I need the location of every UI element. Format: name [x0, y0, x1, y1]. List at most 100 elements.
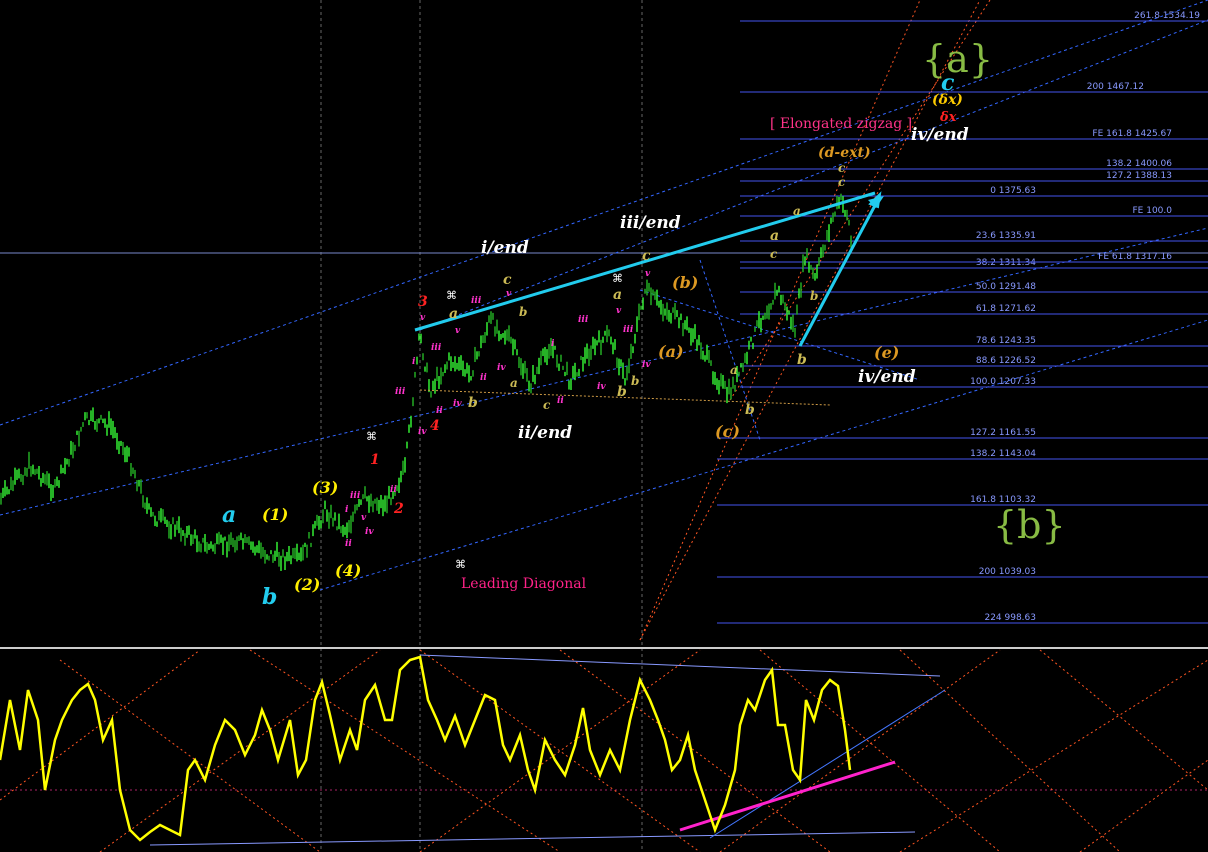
- label-w2: (2): [294, 575, 320, 594]
- fib-level-label: 127.2 1161.55: [970, 428, 1036, 438]
- sub-wave-label: iii: [471, 296, 482, 306]
- sub-wave-label: b: [617, 384, 627, 400]
- label-red-4: 4: [430, 418, 440, 434]
- sub-wave-label: b: [810, 289, 818, 303]
- sub-wave-label: b: [468, 395, 478, 411]
- label-iii-end: iii/end: [620, 213, 681, 233]
- fib-level-label: 61.8 1271.62: [976, 304, 1036, 314]
- symbol-1: ⌘: [446, 289, 457, 302]
- sub-wave-label: ii: [480, 373, 487, 383]
- fib-level-label: 224 998.63: [984, 613, 1036, 623]
- sub-wave-label: c: [503, 272, 512, 288]
- fib-level-label: 0 1375.63: [990, 186, 1036, 196]
- sub-wave-label: a: [793, 204, 801, 218]
- label-red-1: 1: [370, 452, 380, 468]
- sub-wave-label: a: [449, 306, 458, 322]
- label-pe: (e): [874, 343, 899, 362]
- sub-wave-label: iv: [597, 382, 606, 392]
- label-iv-end-top: iv/end: [911, 125, 969, 145]
- sub-wave-label: iv: [365, 527, 374, 537]
- sub-wave-label: c: [838, 175, 846, 189]
- sub-wave-label: iv: [453, 399, 462, 409]
- sub-wave-label: c: [770, 247, 778, 261]
- sub-wave-label: b: [631, 374, 639, 388]
- fib-level-label: 78.6 1243.35: [976, 336, 1036, 346]
- sub-wave-label: iii: [623, 325, 634, 335]
- fib-level-label: FE 61.8 1317.16: [1098, 252, 1172, 262]
- sub-wave-label: v: [361, 513, 367, 523]
- label-d-ext: (d-ext): [818, 145, 871, 161]
- sub-wave-label: ii: [557, 396, 564, 406]
- sub-wave-label: iv: [418, 427, 427, 437]
- symbol-2: ⌘: [612, 272, 623, 285]
- sub-wave-label: a: [613, 287, 622, 303]
- label-w3: (3): [312, 478, 338, 497]
- sub-wave-label: c: [543, 398, 551, 412]
- sub-wave-label: i: [412, 357, 416, 367]
- fib-level-label: 127.2 1388.13: [1106, 171, 1172, 181]
- label-red-2: 2: [393, 501, 404, 517]
- osc-upper-line: [419, 654, 941, 677]
- label-pa: (a): [658, 342, 684, 361]
- sub-wave-label: iii: [431, 343, 442, 353]
- label-delta-red: δx: [939, 110, 957, 125]
- sub-wave-label: v: [506, 289, 512, 299]
- elliott-wave-chart: 261.8 1534.19 200 1467.12 FE 161.8 1425.67…: [0, 0, 1208, 852]
- label-red-3: 3: [418, 294, 428, 310]
- fib-level-label: 50.0 1291.48: [976, 282, 1036, 292]
- sub-wave-label: c: [838, 161, 846, 175]
- symbol-4: ⌘: [455, 558, 466, 571]
- sub-wave-label: a: [510, 376, 518, 390]
- oscillator-line: [0, 655, 852, 842]
- sub-wave-label: iii: [578, 315, 589, 325]
- sub-wave-label: iii: [395, 387, 406, 397]
- fib-level-label: FE 161.8 1425.67: [1092, 129, 1172, 139]
- sub-wave-label: iv: [642, 360, 651, 370]
- osc-lower-line: [149, 831, 916, 846]
- label-pb: (b): [672, 273, 698, 292]
- sub-wave-label: iii: [350, 491, 361, 501]
- label-leading-diagonal: Leading Diagonal: [461, 576, 587, 592]
- fib-level-label: 200 1467.12: [1087, 82, 1144, 92]
- sub-wave-label: v: [420, 313, 426, 323]
- label-w4: (4): [335, 561, 361, 580]
- fib-level-label: 138.2 1143.04: [970, 449, 1036, 459]
- label-elongated-zigzag: [ Elongated zigzag ]: [770, 116, 912, 132]
- label-delta-yellow: (δx): [932, 92, 963, 108]
- cyan-rising-arrow-line: [798, 195, 882, 347]
- sub-wave-label: a: [770, 228, 779, 244]
- vertical-dividers: [320, 0, 643, 852]
- symbol-3: ⌘: [366, 430, 377, 443]
- label-w1: (1): [262, 505, 288, 524]
- fib-level-label: 138.2 1400.06: [1106, 159, 1172, 169]
- fib-level-label: 88.6 1226.52: [976, 356, 1036, 366]
- sub-wave-label: ii: [436, 406, 443, 416]
- label-b-big: {b}: [993, 503, 1066, 547]
- sub-wave-label: v: [645, 269, 651, 279]
- label-iv-end-mid: iv/end: [858, 367, 916, 387]
- sub-wave-label: b: [519, 305, 527, 319]
- label-a-cyan: a: [222, 502, 236, 528]
- sub-wave-label: i: [551, 339, 555, 349]
- sub-wave-label: a: [730, 363, 738, 377]
- fib-level-label: 100.0 1207.33: [970, 377, 1036, 387]
- label-i-end: i/end: [481, 238, 529, 258]
- sub-wave-label: ii: [345, 539, 352, 549]
- price-candles: [0, 193, 852, 571]
- fib-level-label: FE 100.0: [1133, 206, 1173, 216]
- fib-level-label: 261.8 1534.19: [1134, 11, 1200, 21]
- sub-wave-label: v: [455, 326, 461, 336]
- sub-wave-label: b: [797, 352, 807, 368]
- label-ii-end: ii/end: [518, 423, 572, 443]
- fib-level-label: 200 1039.03: [979, 567, 1036, 577]
- sub-wave-label: c: [642, 248, 651, 264]
- fib-level-label: 38.2 1311.34: [976, 258, 1036, 268]
- label-b-cyan: b: [262, 584, 277, 610]
- fib-level-label: 23.6 1335.91: [976, 231, 1036, 241]
- sub-wave-label: v: [616, 306, 622, 316]
- sub-wave-label: b: [745, 402, 755, 418]
- label-a-big: {a}: [922, 37, 993, 81]
- sub-wave-label: iv: [497, 363, 506, 373]
- label-pc: (c): [715, 422, 740, 441]
- sub-wave-label: ii: [390, 485, 397, 495]
